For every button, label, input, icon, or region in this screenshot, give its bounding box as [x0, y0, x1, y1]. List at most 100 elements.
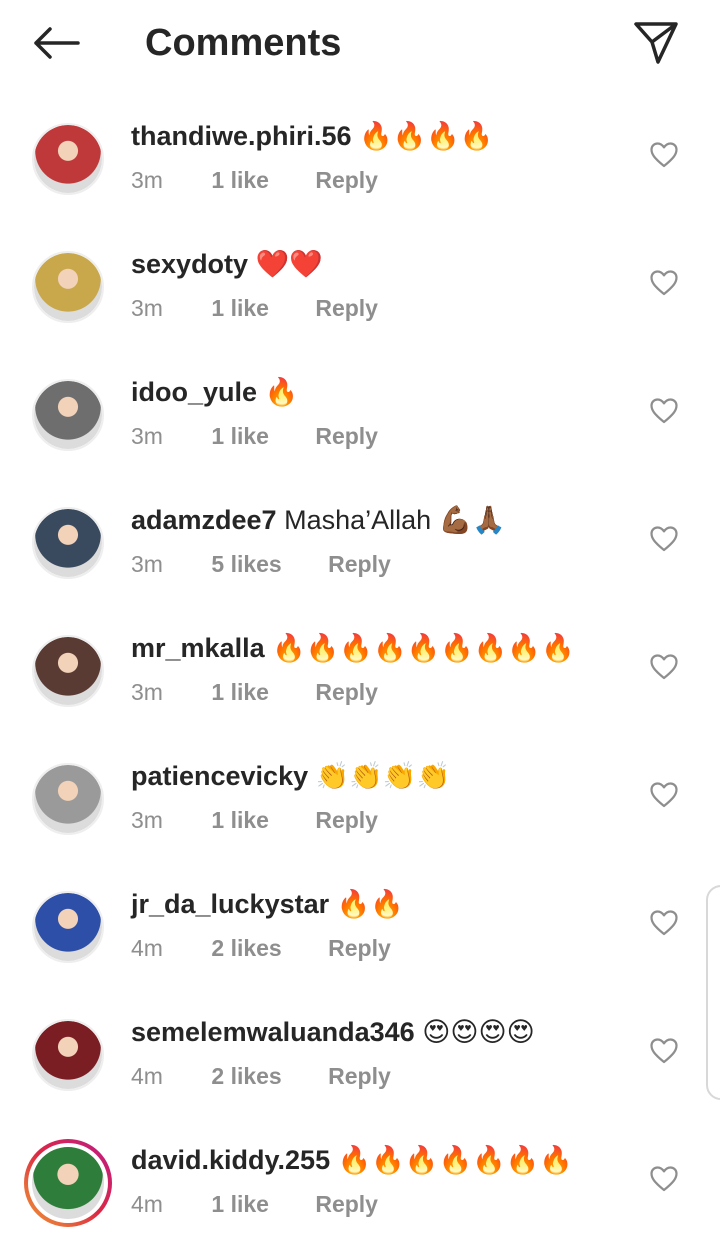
heart-outline-icon: [650, 398, 678, 424]
avatar[interactable]: [32, 763, 104, 835]
like-button[interactable]: [650, 1166, 678, 1192]
comment-row: idoo_yule 🔥 3m 1 like Reply: [0, 346, 720, 474]
comment-text: 😍😍😍😍: [422, 1017, 535, 1047]
like-button[interactable]: [650, 782, 678, 808]
comment-text-line: patiencevicky 👏👏👏👏: [131, 758, 450, 794]
avatar[interactable]: [32, 891, 104, 963]
comment-meta: 4m 2 likes Reply: [131, 1060, 391, 1092]
avatar-image: [34, 381, 102, 449]
page-title: Comments: [145, 22, 342, 64]
heart-outline-icon: [650, 270, 678, 296]
avatar[interactable]: [32, 1019, 104, 1091]
reply-button[interactable]: Reply: [328, 1060, 391, 1092]
comment-text: 🔥🔥🔥🔥: [359, 121, 494, 151]
comments-list: thandiwe.phiri.56 🔥🔥🔥🔥 3m 1 like Reply s…: [0, 90, 720, 1242]
comment-meta: 3m 1 like Reply: [131, 420, 378, 452]
comment-username[interactable]: sexydoty: [131, 249, 248, 279]
reply-button[interactable]: Reply: [315, 164, 378, 196]
comment-likes-count[interactable]: 1 like: [211, 292, 269, 324]
avatar-image: [32, 1147, 104, 1219]
header-bar: Comments: [0, 0, 720, 88]
comment-username[interactable]: adamzdee7: [131, 505, 277, 535]
comment-likes-count[interactable]: 1 like: [211, 1188, 269, 1220]
comment-username[interactable]: mr_mkalla: [131, 633, 265, 663]
reply-button[interactable]: Reply: [315, 676, 378, 708]
comment-likes-count[interactable]: 1 like: [211, 804, 269, 836]
comment-text-line: semelemwaluanda346 😍😍😍😍: [131, 1014, 535, 1050]
comment-row: adamzdee7 Masha’Allah 💪🏾🙏🏾 3m 5 likes Re…: [0, 474, 720, 602]
comment-text: Masha’Allah 💪🏾🙏🏾: [284, 505, 506, 535]
comment-likes-count[interactable]: 1 like: [211, 164, 269, 196]
heart-outline-icon: [650, 142, 678, 168]
comment-username[interactable]: thandiwe.phiri.56: [131, 121, 352, 151]
comment-time: 3m: [131, 167, 163, 193]
avatar[interactable]: [32, 379, 104, 451]
reply-button[interactable]: Reply: [315, 804, 378, 836]
comment-username[interactable]: semelemwaluanda346: [131, 1017, 415, 1047]
like-button[interactable]: [650, 526, 678, 552]
reply-button[interactable]: Reply: [328, 932, 391, 964]
heart-outline-icon: [650, 782, 678, 808]
comment-likes-count[interactable]: 1 like: [211, 420, 269, 452]
comment-text: 👏👏👏👏: [315, 761, 451, 791]
back-button[interactable]: [28, 20, 84, 66]
comment-time: 3m: [131, 423, 163, 449]
comment-likes-count[interactable]: 1 like: [211, 676, 269, 708]
scroll-handle[interactable]: [706, 885, 720, 1100]
avatar[interactable]: [32, 635, 104, 707]
comment-text-line: adamzdee7 Masha’Allah 💪🏾🙏🏾: [131, 502, 506, 538]
comment-meta: 3m 5 likes Reply: [131, 548, 391, 580]
comment-text: ❤️❤️: [255, 249, 323, 279]
comment-likes-count[interactable]: 5 likes: [211, 548, 281, 580]
comment-row: thandiwe.phiri.56 🔥🔥🔥🔥 3m 1 like Reply: [0, 90, 720, 218]
avatar[interactable]: [32, 123, 104, 195]
comment-username[interactable]: patiencevicky: [131, 761, 308, 791]
comment-time: 3m: [131, 295, 163, 321]
avatar-image: [34, 1021, 102, 1089]
like-button[interactable]: [650, 910, 678, 936]
comment-text: 🔥🔥🔥🔥🔥🔥🔥🔥🔥: [272, 633, 575, 663]
comment-row: sexydoty ❤️❤️ 3m 1 like Reply: [0, 218, 720, 346]
avatar-image: [34, 637, 102, 705]
heart-outline-icon: [650, 1166, 678, 1192]
like-button[interactable]: [650, 1038, 678, 1064]
comment-text-line: mr_mkalla 🔥🔥🔥🔥🔥🔥🔥🔥🔥: [131, 630, 575, 666]
comment-text-line: thandiwe.phiri.56 🔥🔥🔥🔥: [131, 118, 494, 154]
like-button[interactable]: [650, 142, 678, 168]
comment-row: semelemwaluanda346 😍😍😍😍 4m 2 likes Reply: [0, 986, 720, 1114]
comment-time: 3m: [131, 807, 163, 833]
paper-plane-icon: [634, 22, 678, 64]
comment-text: 🔥🔥: [336, 889, 404, 919]
heart-outline-icon: [650, 654, 678, 680]
comment-username[interactable]: david.kiddy.255: [131, 1145, 330, 1175]
avatar[interactable]: [24, 1139, 112, 1227]
comment-meta: 4m 1 like Reply: [131, 1188, 378, 1220]
comment-time: 4m: [131, 1063, 163, 1089]
comment-text: 🔥🔥🔥🔥🔥🔥🔥: [337, 1145, 573, 1175]
like-button[interactable]: [650, 270, 678, 296]
comment-likes-count[interactable]: 2 likes: [211, 932, 281, 964]
arrow-left-icon: [34, 27, 80, 59]
comment-username[interactable]: jr_da_luckystar: [131, 889, 329, 919]
comment-time: 3m: [131, 551, 163, 577]
avatar[interactable]: [32, 507, 104, 579]
comment-meta: 3m 1 like Reply: [131, 164, 378, 196]
reply-button[interactable]: Reply: [315, 1188, 378, 1220]
avatar-image: [34, 509, 102, 577]
like-button[interactable]: [650, 398, 678, 424]
heart-outline-icon: [650, 526, 678, 552]
avatar-image: [34, 253, 102, 321]
avatar-image: [34, 893, 102, 961]
comment-text-line: jr_da_luckystar 🔥🔥: [131, 886, 404, 922]
comment-username[interactable]: idoo_yule: [131, 377, 257, 407]
avatar[interactable]: [32, 251, 104, 323]
comment-time: 4m: [131, 935, 163, 961]
reply-button[interactable]: Reply: [315, 420, 378, 452]
send-button[interactable]: [630, 18, 682, 68]
like-button[interactable]: [650, 654, 678, 680]
comment-row: david.kiddy.255 🔥🔥🔥🔥🔥🔥🔥 4m 1 like Reply: [0, 1114, 720, 1242]
comment-meta: 3m 1 like Reply: [131, 804, 378, 836]
reply-button[interactable]: Reply: [328, 548, 391, 580]
reply-button[interactable]: Reply: [315, 292, 378, 324]
comment-likes-count[interactable]: 2 likes: [211, 1060, 281, 1092]
